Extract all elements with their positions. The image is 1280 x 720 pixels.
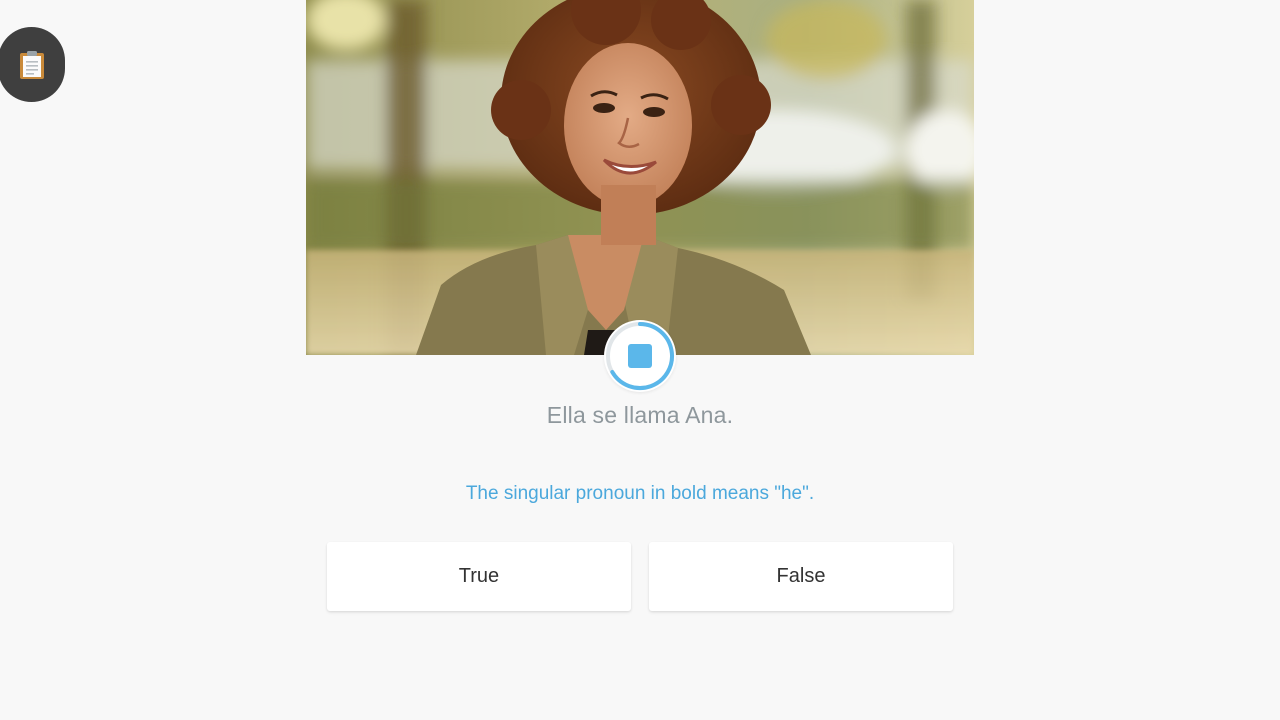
portrait-photo bbox=[306, 0, 974, 355]
question-prompt: The singular pronoun in bold means "he". bbox=[465, 483, 815, 504]
stop-icon bbox=[606, 322, 675, 390]
lesson-screen: Ella se llama Ana. The singular pronoun … bbox=[0, 0, 1280, 720]
audio-stop-button[interactable] bbox=[604, 320, 676, 392]
answer-true-button[interactable]: True bbox=[327, 542, 631, 611]
notes-button[interactable] bbox=[0, 27, 65, 102]
spanish-sentence: Ella se llama Ana. bbox=[546, 402, 734, 428]
clipboard-icon bbox=[19, 50, 44, 79]
answer-false-button[interactable]: False bbox=[649, 542, 953, 611]
